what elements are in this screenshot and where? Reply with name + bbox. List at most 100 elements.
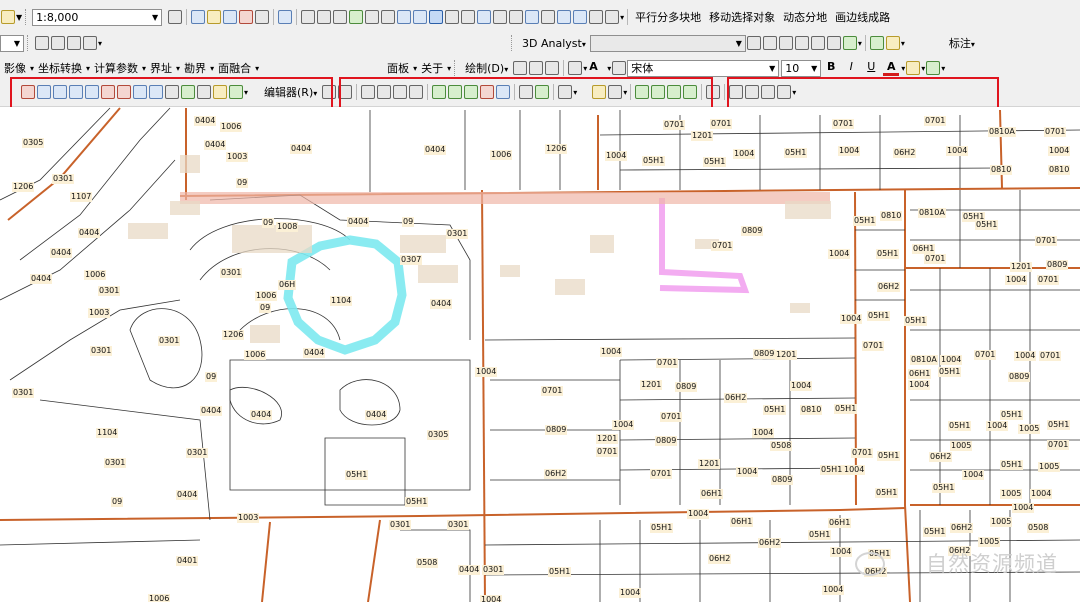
toolbar-overflow-icon[interactable]: ▾ xyxy=(620,13,624,22)
parcel-label: 1004 xyxy=(687,509,710,519)
calculate-params-menu[interactable]: 计算参数 xyxy=(94,60,138,76)
zoom-whole-page-icon[interactable] xyxy=(545,61,560,75)
html-popup-icon[interactable] xyxy=(509,10,524,24)
parcel-label: 05H1 xyxy=(876,249,900,259)
font-name-combobox[interactable]: 宋体 ▼ xyxy=(627,59,780,77)
parcel-label: 0404 xyxy=(347,217,370,227)
zoom-out-icon[interactable] xyxy=(317,10,332,24)
text-tool-icon[interactable]: A xyxy=(589,60,605,76)
go-back-arrow-icon[interactable] xyxy=(397,10,412,24)
page-icon[interactable] xyxy=(67,36,81,50)
3d-tool-icon[interactable] xyxy=(810,36,825,50)
3d-tool-icon[interactable] xyxy=(762,36,777,50)
parcel-label: 0810 xyxy=(1048,165,1071,175)
draw-menu[interactable]: 绘制(D)▾ xyxy=(465,60,508,76)
font-size-combobox[interactable]: 10 ▼ xyxy=(781,59,822,77)
parcel-label: 1004 xyxy=(790,381,813,391)
parcel-label: 1006 xyxy=(244,350,267,360)
separator xyxy=(273,9,275,25)
zoom-in-icon[interactable] xyxy=(301,10,316,24)
parcel-label: 1004 xyxy=(828,249,851,259)
about-menu[interactable]: 关于 xyxy=(421,60,443,76)
parcel-label: 0809 xyxy=(771,475,794,485)
imagery-menu[interactable]: 影像 xyxy=(4,60,26,76)
font-color-button[interactable]: A xyxy=(883,60,900,76)
3d-tool-icon[interactable] xyxy=(746,36,761,50)
draw-edge-road-button[interactable]: 画边线成路 xyxy=(835,9,890,25)
move-selected-button[interactable]: 移动选择对象 xyxy=(709,9,775,25)
parcel-label: 0404 xyxy=(204,140,227,150)
line-color-icon[interactable] xyxy=(926,61,941,75)
bold-button[interactable]: B xyxy=(823,60,839,76)
3d-layer-combobox[interactable]: ▼ xyxy=(589,34,746,52)
fixed-zoom-in-icon[interactable] xyxy=(365,10,380,24)
annotation-menu[interactable]: 标注▾ xyxy=(949,35,975,51)
add-data-icon[interactable] xyxy=(1,10,15,24)
select-features-icon[interactable] xyxy=(429,10,444,24)
split-parcels-button[interactable]: 平行分多块地 xyxy=(635,9,701,25)
pan-hand-icon[interactable] xyxy=(333,10,348,24)
select-elements-arrow-icon[interactable] xyxy=(461,10,476,24)
coordinate-transform-menu[interactable]: 坐标转换 xyxy=(38,60,82,76)
chevron-down-icon: ▾ xyxy=(210,63,215,73)
dynamic-split-button[interactable]: 动态分地 xyxy=(783,9,827,25)
layer-combobox[interactable]: ▼ xyxy=(0,34,24,52)
underline-button[interactable]: U xyxy=(863,60,879,76)
editor-toolbar-icon[interactable] xyxy=(168,10,183,24)
page-icon[interactable] xyxy=(51,36,65,50)
arctoolbox-icon[interactable] xyxy=(239,10,254,24)
3d-tool-icon[interactable] xyxy=(778,36,793,50)
hyperlink-icon[interactable] xyxy=(493,10,508,24)
profile-graph-icon[interactable] xyxy=(842,36,857,50)
globe-icon[interactable] xyxy=(869,36,884,50)
map-canvas[interactable]: 0305 0301 1206 1107 0404 0404 1006 0404 0301 1003… xyxy=(0,107,1080,602)
boundary-point-menu[interactable]: 界址 xyxy=(150,60,172,76)
parcel-label: 1004 xyxy=(1005,275,1028,285)
time-slider-icon[interactable] xyxy=(589,10,604,24)
polygon-dissolve-menu[interactable]: 面融合 xyxy=(218,60,251,76)
measure-icon[interactable] xyxy=(525,10,540,24)
table-of-contents-icon[interactable] xyxy=(191,10,206,24)
3d-analyst-menu[interactable]: 3D Analyst▾ xyxy=(522,37,586,50)
python-window-icon[interactable] xyxy=(255,10,270,24)
arcscene-icon[interactable] xyxy=(885,36,900,50)
parcel-label: 05H1 xyxy=(834,404,858,414)
clear-selection-icon[interactable] xyxy=(445,10,460,24)
search-window-icon[interactable] xyxy=(223,10,238,24)
model-builder-icon[interactable] xyxy=(278,10,293,24)
parcel-label: 0508 xyxy=(1027,523,1050,533)
italic-button[interactable]: I xyxy=(843,60,859,76)
parcel-label: 0404 xyxy=(424,145,447,155)
chevron-down-icon: ▾ xyxy=(504,65,509,74)
parcel-label: 1008 xyxy=(276,222,299,232)
rectangle-icon[interactable] xyxy=(568,61,583,75)
find-route-icon[interactable] xyxy=(557,10,572,24)
survey-boundary-menu[interactable]: 勘界 xyxy=(184,60,206,76)
map-scale-combobox[interactable]: 1:8,000 ▼ xyxy=(32,8,163,26)
layout-icon[interactable] xyxy=(83,36,97,50)
parcel-label: 05H1 xyxy=(820,465,844,475)
goto-xy-icon[interactable] xyxy=(573,10,588,24)
go-forward-arrow-icon[interactable] xyxy=(413,10,428,24)
separator xyxy=(724,84,726,100)
select-arrow-icon[interactable] xyxy=(513,61,528,75)
viewer-window-icon[interactable] xyxy=(605,10,620,24)
new-document-icon[interactable] xyxy=(35,36,49,50)
fill-color-icon[interactable] xyxy=(906,61,921,75)
full-extent-globe-icon[interactable] xyxy=(349,10,364,24)
toolbar-overflow-icon[interactable]: ▾ xyxy=(98,39,102,48)
parcel-label: 0301 xyxy=(98,286,121,296)
3d-tool-icon[interactable] xyxy=(826,36,841,50)
identify-info-icon[interactable] xyxy=(477,10,492,24)
add-data-dropdown-icon[interactable]: ▼ xyxy=(16,13,22,22)
3d-tool-icon[interactable] xyxy=(794,36,809,50)
parcel-label: 06H1 xyxy=(912,244,936,254)
fixed-zoom-out-icon[interactable] xyxy=(381,10,396,24)
rotate-icon[interactable] xyxy=(529,61,544,75)
edit-vertices-icon[interactable] xyxy=(612,61,627,75)
catalog-icon[interactable] xyxy=(207,10,222,24)
standard-toolbar: ▼ 1:8,000 ▼ ▾ 平行分多块地 移动选择对象 动态分地 画边线成路 xyxy=(0,5,894,29)
parcel-label: 1201 xyxy=(1010,262,1033,272)
find-binoculars-icon[interactable] xyxy=(541,10,556,24)
panel-menu[interactable]: 面板 xyxy=(387,60,409,76)
